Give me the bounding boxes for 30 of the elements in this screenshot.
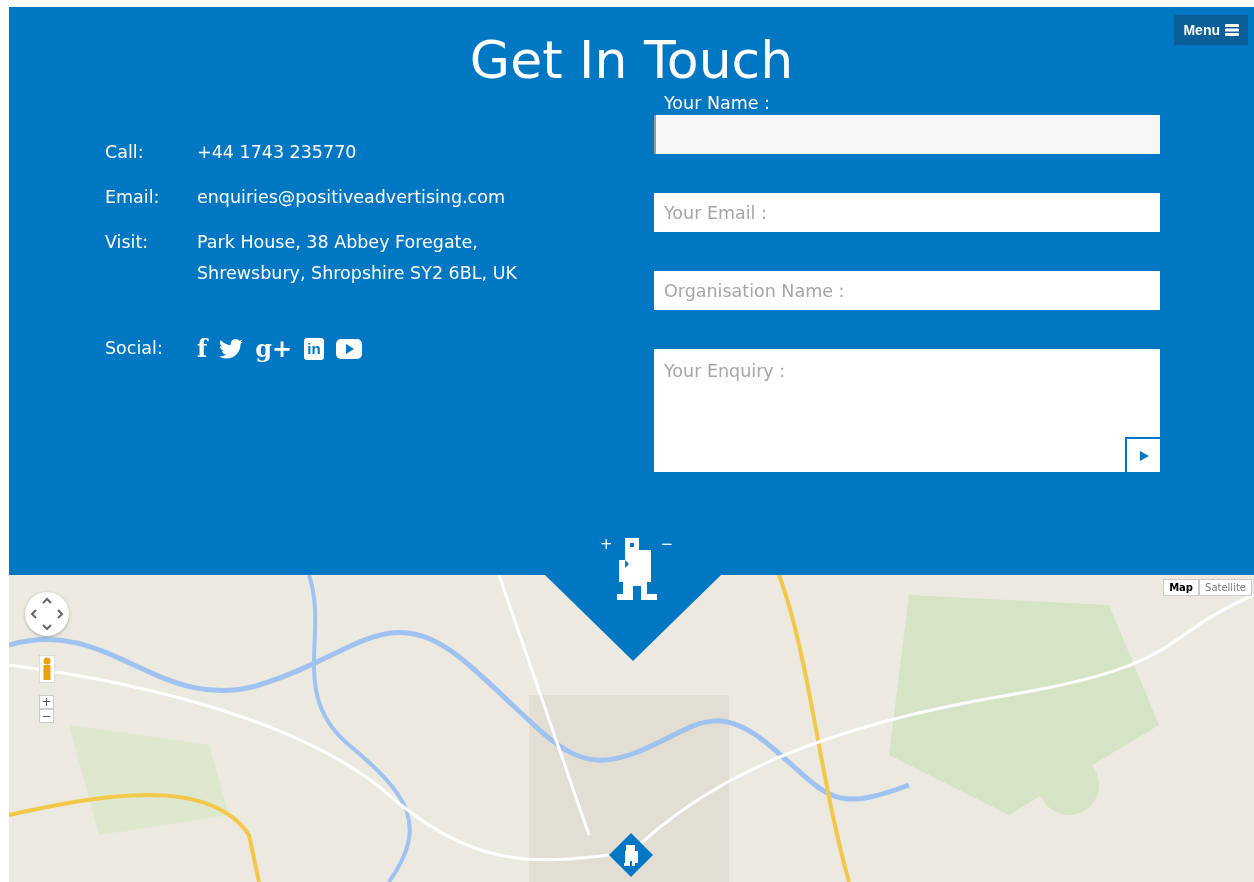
social-link[interactable]: g+ [255, 335, 293, 362]
plus-sign: + [600, 536, 613, 552]
map-type-button[interactable]: Satellite [1199, 579, 1252, 596]
field-label: Your Name : [663, 92, 771, 115]
social-link[interactable]: f [197, 335, 208, 362]
input-field[interactable] [654, 115, 1160, 154]
contact-text: Park House, 38 Abbey Foregate, [197, 231, 479, 254]
zoom-out-button[interactable]: − [39, 709, 54, 723]
social-label: Social: [105, 337, 164, 360]
enquiry-field[interactable]: Your Enquiry : [654, 349, 1160, 472]
menu-button[interactable]: Menu [1174, 15, 1248, 45]
input-field[interactable]: Organisation Name : [654, 271, 1160, 310]
contact-label: Call: [105, 141, 145, 164]
bird-icon[interactable] [219, 338, 244, 359]
menu-icon [1225, 24, 1239, 36]
send-button[interactable] [1125, 437, 1160, 472]
contact-text: enquiries@positiveadvertising.com [197, 186, 505, 209]
social-link[interactable]: in [304, 337, 324, 360]
contact-text: Shrewsbury, Shropshire SY2 6BL, UK [197, 262, 517, 285]
page-title: Get In Touch [469, 29, 794, 92]
zoom-in-button[interactable]: + [39, 695, 54, 709]
location-marker-icon [609, 833, 653, 877]
map-type-button[interactable]: Map [1163, 579, 1200, 596]
play-icon[interactable] [335, 338, 362, 359]
contact-label: Visit: [105, 231, 150, 254]
input-field[interactable]: Your Email : [654, 193, 1160, 232]
play-icon [1138, 450, 1149, 461]
contact-text: +44 1743 235770 [197, 141, 357, 164]
contact-label: Email: [105, 186, 161, 209]
minus-sign: − [660, 536, 674, 552]
